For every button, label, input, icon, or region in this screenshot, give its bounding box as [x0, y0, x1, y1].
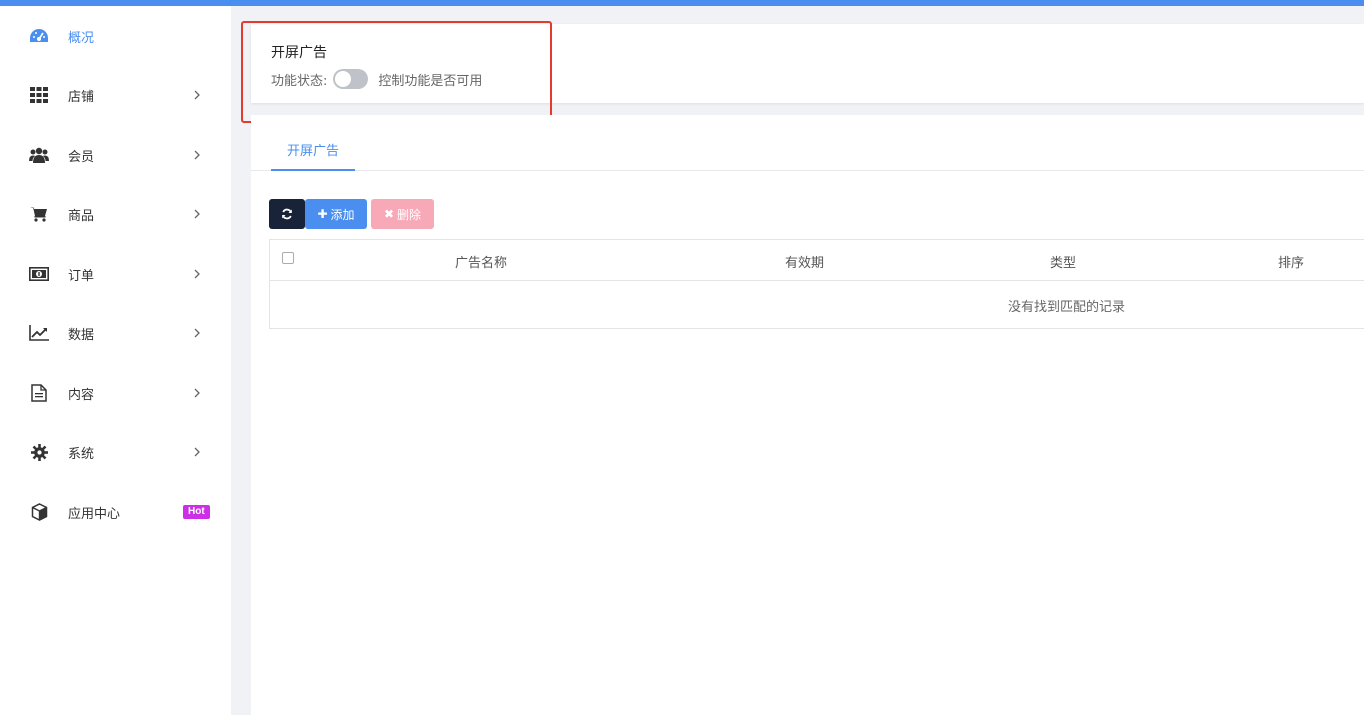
card-title: 开屏广告	[271, 45, 327, 61]
empty-message: 没有找到匹配的记录	[1008, 300, 1126, 315]
sidebar-item-app-center[interactable]: 应用中心 Hot	[0, 492, 231, 532]
money-icon	[29, 264, 49, 284]
sidebar-item-content[interactable]: 内容	[0, 373, 231, 413]
table-empty-row: 没有找到匹配的记录	[270, 281, 1364, 329]
feature-toggle-switch[interactable]	[333, 69, 369, 89]
sidebar-item-label: 概况	[68, 30, 95, 46]
chevron-right-icon	[194, 90, 200, 100]
line-chart-icon	[29, 323, 49, 343]
delete-button[interactable]: ✖ 删除	[371, 199, 434, 229]
add-button[interactable]: ✚ 添加	[305, 199, 367, 229]
column-header-type: 类型	[1050, 256, 1077, 271]
sidebar-item-data[interactable]: 数据	[0, 313, 231, 353]
refresh-button[interactable]	[269, 199, 305, 229]
sidebar-item-label: 数据	[68, 327, 95, 343]
dashboard-icon	[29, 26, 49, 46]
status-label: 功能状态:	[271, 73, 328, 89]
sidebar-item-orders[interactable]: 订单	[0, 254, 231, 294]
refresh-icon	[282, 208, 292, 220]
cube-icon	[29, 502, 49, 522]
tab-splash-ad[interactable]: 开屏广告	[271, 140, 355, 171]
column-header-name: 广告名称	[455, 256, 508, 271]
chevron-right-icon	[194, 209, 200, 219]
grid-icon	[29, 85, 49, 105]
chevron-right-icon	[194, 447, 200, 457]
close-icon: ✖	[383, 207, 395, 221]
sidebar-item-system[interactable]: 系统	[0, 432, 231, 472]
gear-icon	[29, 442, 49, 462]
column-header-validity: 有效期	[785, 256, 825, 271]
sidebar-item-label: 订单	[68, 268, 95, 284]
content-gutter	[231, 6, 251, 715]
sidebar-item-label: 商品	[68, 208, 95, 224]
content-panel: 开屏广告 ✚ 添加 ✖ 删除 广告名称 有效期 类型 排序 没有找到匹配的记录	[251, 115, 1364, 715]
sidebar: 概况 店铺 会员 商品 订单 数据 内容 系统 应用中心 Hot	[0, 6, 231, 715]
tab-bar: 开屏广告	[251, 115, 1364, 171]
ads-table: 广告名称 有效期 类型 排序 没有找到匹配的记录	[269, 239, 1364, 329]
cart-icon	[29, 204, 49, 224]
sidebar-item-label: 店铺	[68, 89, 95, 105]
chevron-right-icon	[194, 328, 200, 338]
users-icon	[29, 145, 49, 165]
status-row: 功能状态: 控制功能是否可用	[271, 69, 482, 89]
status-hint: 控制功能是否可用	[378, 73, 483, 89]
chevron-right-icon	[194, 150, 200, 160]
table-header: 广告名称 有效期 类型 排序	[270, 240, 1364, 281]
chevron-right-icon	[194, 269, 200, 279]
sidebar-item-label: 应用中心	[68, 506, 121, 522]
sidebar-item-store[interactable]: 店铺	[0, 75, 231, 115]
column-header-sort: 排序	[1278, 256, 1305, 271]
feature-status-card: 开屏广告 功能状态: 控制功能是否可用	[251, 24, 1364, 103]
hot-badge: Hot	[183, 505, 210, 519]
sidebar-item-members[interactable]: 会员	[0, 135, 231, 175]
select-all-checkbox[interactable]	[282, 252, 294, 264]
document-icon	[29, 383, 49, 403]
plus-icon: ✚	[317, 207, 328, 221]
sidebar-item-overview[interactable]: 概况	[0, 16, 231, 56]
sidebar-item-label: 系统	[68, 446, 95, 462]
toggle-knob	[335, 71, 352, 87]
sidebar-item-label: 内容	[68, 387, 95, 403]
delete-button-label: 删除	[397, 207, 422, 222]
chevron-right-icon	[194, 388, 200, 398]
sidebar-item-goods[interactable]: 商品	[0, 194, 231, 234]
sidebar-item-label: 会员	[68, 149, 95, 165]
add-button-label: 添加	[330, 207, 355, 222]
